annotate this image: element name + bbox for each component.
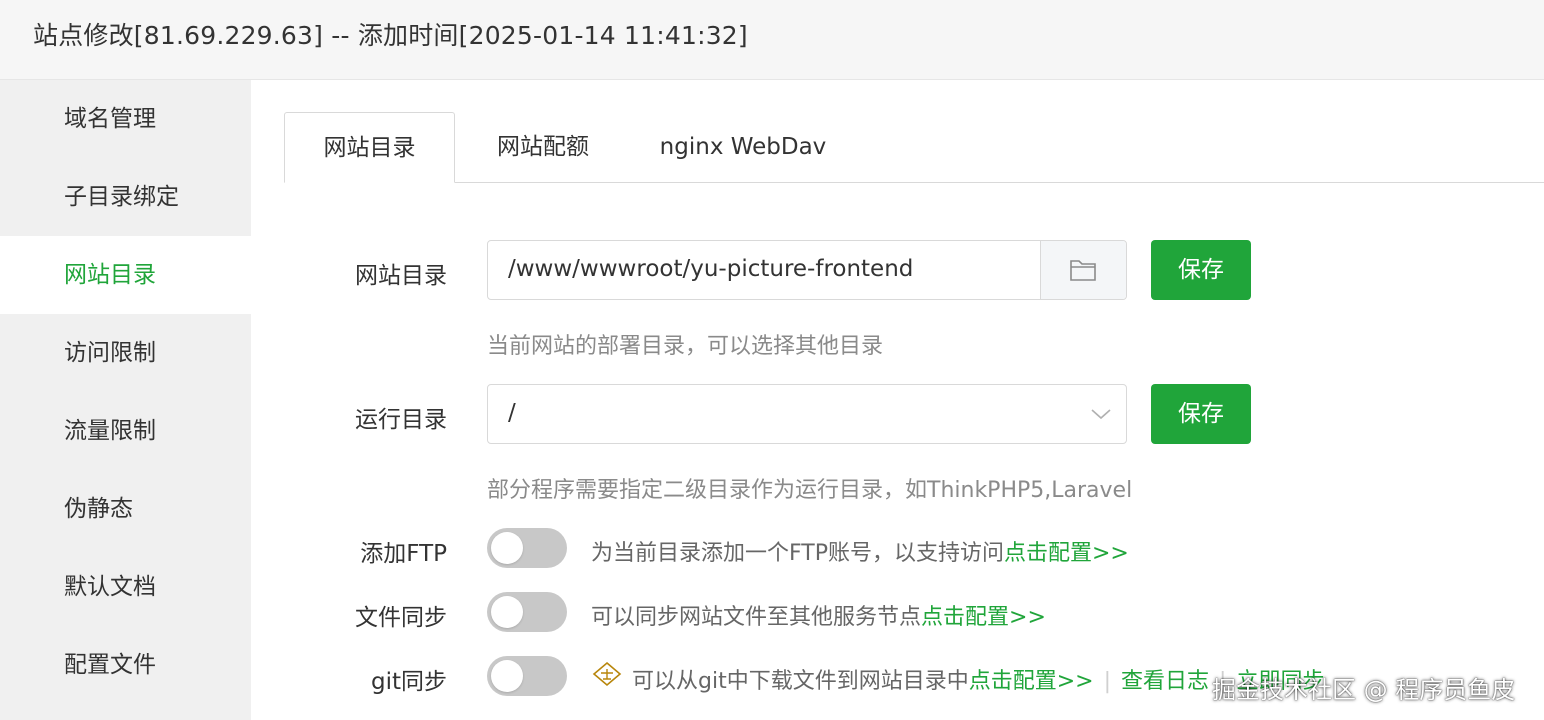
sidebar-item-rewrite[interactable]: 伪静态	[0, 470, 251, 548]
sidebar-item-site-directory[interactable]: 网站目录	[0, 236, 251, 314]
site-dir-value: /www/wwwroot/yu-picture-frontend	[508, 256, 914, 282]
chevron-down-icon	[1091, 409, 1111, 420]
sidebar-item-config-file[interactable]: 配置文件	[0, 626, 251, 704]
git-sync-config-link[interactable]: 点击配置>>	[969, 669, 1094, 694]
run-dir-value: /	[508, 400, 516, 426]
tab-site-quota[interactable]: 网站配额	[476, 112, 610, 183]
sidebar-nav: 域名管理 子目录绑定 网站目录 访问限制 流量限制 伪静态 默认文档 配置文件	[0, 80, 251, 720]
run-dir-hint: 部分程序需要指定二级目录作为运行目录，如ThinkPHP5,Laravel	[487, 478, 1133, 503]
save-run-dir-button[interactable]: 保存	[1151, 384, 1251, 444]
watermark: 掘金技术社区 @ 程序员鱼皮	[1212, 676, 1516, 704]
sidebar-item-default-document[interactable]: 默认文档	[0, 548, 251, 626]
ftp-toggle[interactable]	[487, 528, 567, 568]
tab-nginx-webdav[interactable]: nginx WebDav	[648, 112, 838, 183]
sidebar-item-domain-management[interactable]: 域名管理	[0, 80, 251, 158]
tab-site-directory[interactable]: 网站目录	[284, 112, 455, 183]
file-sync-desc-text: 可以同步网站文件至其他服务节点	[591, 605, 922, 630]
toggle-knob	[491, 596, 523, 628]
file-sync-description: 可以同步网站文件至其他服务节点点击配置>>	[591, 599, 1046, 631]
dialog-title: 站点修改[81.69.229.63] -- 添加时间[2025-01-14 11…	[33, 21, 748, 50]
ftp-config-link[interactable]: 点击配置>>	[1004, 541, 1129, 566]
file-sync-toggle[interactable]	[487, 592, 567, 632]
link-separator: |	[1103, 669, 1112, 694]
run-dir-label: 运行目录	[355, 407, 447, 433]
ftp-description: 为当前目录添加一个FTP账号，以支持访问点击配置>>	[591, 535, 1129, 567]
git-sync-desc-text: 可以从git中下载文件到网站目录中	[632, 669, 969, 694]
sidebar-item-access-restriction[interactable]: 访问限制	[0, 314, 251, 392]
tab-bar-divider	[284, 182, 1544, 183]
browse-folder-button[interactable]	[1040, 241, 1126, 299]
git-sync-toggle[interactable]	[487, 656, 567, 696]
run-dir-select[interactable]: /	[487, 384, 1127, 444]
dialog-titlebar: 站点修改[81.69.229.63] -- 添加时间[2025-01-14 11…	[0, 0, 1544, 80]
sidebar-item-traffic-limit[interactable]: 流量限制	[0, 392, 251, 470]
site-dir-input[interactable]: /www/wwwroot/yu-picture-frontend	[487, 240, 1127, 300]
view-log-link[interactable]: 查看日志	[1121, 669, 1209, 694]
ftp-label: 添加FTP	[360, 541, 447, 567]
file-sync-label: 文件同步	[355, 605, 447, 631]
toggle-knob	[491, 660, 523, 692]
site-dir-hint: 当前网站的部署目录，可以选择其他目录	[487, 334, 884, 359]
sidebar-item-subdirectory-binding[interactable]: 子目录绑定	[0, 158, 251, 236]
folder-icon	[1070, 260, 1096, 281]
git-sync-label: git同步	[370, 669, 447, 695]
file-sync-config-link[interactable]: 点击配置>>	[921, 605, 1046, 630]
ftp-desc-text: 为当前目录添加一个FTP账号，以支持访问	[591, 541, 1004, 566]
enterprise-badge-icon	[592, 661, 622, 687]
save-site-dir-button[interactable]: 保存	[1151, 240, 1251, 300]
site-dir-label: 网站目录	[355, 263, 447, 289]
toggle-knob	[491, 532, 523, 564]
